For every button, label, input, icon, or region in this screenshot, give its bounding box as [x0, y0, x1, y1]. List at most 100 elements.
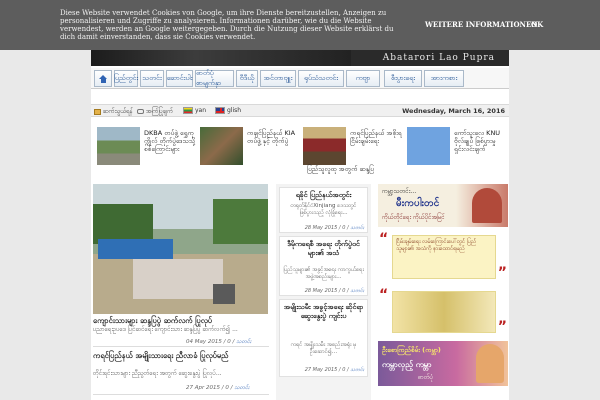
site-title: Abatarori Lao Pupra	[382, 53, 495, 63]
nav-tab[interactable]: ဆောင်းပါး	[166, 70, 193, 87]
post-date: 27 Apr 2015	[186, 385, 221, 391]
cookie-consent-bar: Diese Website verwendet Cookies von Goog…	[0, 0, 600, 50]
mid-post-excerpt: ပြည်သူများ၏ အခွင့်အရေး ကာကွယ်ရေး အဖွဲ့အစ…	[283, 267, 364, 280]
featured-strip: DKBA တပ်ဖွဲ့ ရွှေကုက္ကိုလ် တိုက်ပွဲဒေသသိ…	[91, 121, 509, 179]
contact-link[interactable]: ဆက်သွယ်ရန်	[94, 107, 133, 116]
mid-post-date: 28 May 2015	[304, 225, 338, 231]
myanmar-flag-icon	[183, 107, 193, 114]
mid-post-card[interactable]: အမျိုးသမီး အခွင့်အရေး ဆိုင်ရာ ဆွေးနွေးပွ…	[279, 299, 368, 377]
mid-post-date: 27 May 2015	[304, 367, 338, 373]
site-banner: Abatarori Lao Pupra	[91, 50, 509, 66]
photo-banner-main: ကမ္ဘာလှည့် ကမ္ဘာ	[382, 360, 432, 369]
mid-post-comments[interactable]: 0	[342, 288, 345, 294]
cookie-ok-button[interactable]: OK	[531, 20, 543, 29]
featured-item[interactable]: ကချင်ပြည်နယ် KIA တပ်ဖွဲ့ နှင့် တိုက်ပွဲ	[200, 125, 300, 175]
featured-thumb	[97, 127, 140, 165]
quote-text: ငြိမ်းချမ်းရေး လမ်းကြောင်းပေါ်တွင် ပြည်သ…	[392, 235, 496, 279]
page-container: Abatarori Lao Pupra ပြည်တွင်း သတင်း ဆောင…	[91, 0, 509, 400]
chat-icon	[137, 109, 144, 114]
mid-post-title: ရခိုင် ပြည်နယ်အတွင်း	[295, 191, 352, 199]
open-quote-icon: “	[379, 287, 389, 303]
featured-title: ကရင်ပြည်နယ် အစိုးရ ငြိမ်းချမ်းရေး	[350, 129, 402, 145]
post-excerpt: တိုင်းရင်းသားများ ညီညွတ်ရေး အတွက် ဆွေးနွ…	[93, 370, 222, 377]
featured-item[interactable]: ကော်သူးလေ KNU ဗိုလ်ချုပ် ဖြစ်ပွားမှု ရှင…	[407, 125, 507, 175]
nav-tab[interactable]: ရုပ်သံသတင်း	[298, 70, 344, 87]
post-excerpt: ပညာရေးဥပဒေ ပြင်ဆင်ရေး ကျောင်းသား ဆန္ဒပြပ…	[93, 326, 238, 333]
protest-photo	[93, 184, 268, 314]
post-title[interactable]: ကျောင်းသားများ ဆန္ဒပြပွဲ ဆက်လက် ပြုလုပ်	[93, 316, 269, 325]
post-category[interactable]: သတင်း	[236, 339, 251, 345]
lang-myanmar-label: yan	[195, 107, 207, 114]
post-comments[interactable]: 0	[225, 385, 229, 391]
mid-post-excerpt: ကရင် အမျိုးသမီး အစည်းအရုံး မှ ဦးဆောင်၍..…	[290, 342, 357, 355]
contact-label: ဆက်သွယ်ရန်	[103, 108, 133, 115]
columnist-banner[interactable]: ကမ္ဘာ့သတင်း… မီးကပါးတင် ကိုယ်တိုင်ရေး ကိ…	[378, 184, 508, 227]
mid-post-meta: 27 May 2015 / 0 / သတင်း	[304, 367, 364, 373]
more-info-link[interactable]: WEITERE INFORMATIONEN	[425, 20, 538, 29]
featured-item[interactable]: DKBA တပ်ဖွဲ့ ရွှေကုက္ကိုလ် တိုက်ပွဲဒေသသိ…	[97, 125, 197, 175]
feedback-link[interactable]: အကြံပြုချက်	[137, 107, 173, 116]
current-date: Wednesday, March 16, 2016	[402, 107, 505, 115]
mid-post-category[interactable]: သတင်း	[350, 288, 364, 294]
nav-tab[interactable]: အင်တာဗျူး	[260, 70, 296, 87]
nav-tab[interactable]: သတင်း	[140, 70, 164, 87]
mid-post-title: အမျိုးသမီး အခွင့်အရေး ဆိုင်ရာ ဆွေးနွေးပွ…	[283, 303, 364, 320]
close-quote-icon: ”	[497, 319, 507, 335]
columnist-banner-main: မီးကပါးတင်	[396, 198, 440, 209]
featured-title: DKBA တပ်ဖွဲ့ ရွှေကုက္ကိုလ် တိုက်ပွဲဒေသသိ…	[144, 129, 196, 153]
main-post-image[interactable]	[93, 184, 268, 314]
post-category[interactable]: သတင်း	[234, 385, 249, 391]
quote-box: “ ငြိမ်းချမ်းရေး လမ်းကြောင်းပေါ်တွင် ပြည…	[378, 231, 508, 283]
mid-post-meta: 28 May 2015 / 0 / သတင်း	[304, 225, 364, 231]
feedback-label: အကြံပြုချက်	[146, 108, 174, 115]
featured-thumb	[200, 127, 243, 165]
mid-post-date: 28 May 2015	[304, 288, 338, 294]
nav-tab[interactable]: စီးပွားရေး	[384, 70, 422, 87]
mid-post-comments[interactable]: 0	[342, 367, 345, 373]
home-icon	[98, 74, 108, 83]
nav-tab[interactable]: အားကစား	[424, 70, 464, 87]
lang-myanmar-link[interactable]: yan	[183, 107, 206, 114]
mid-post-meta: 28 May 2015 / 0 / သတင်း	[304, 288, 364, 294]
featured-thumb	[407, 127, 450, 165]
utility-bar: ဆက်သွယ်ရန် အကြံပြုချက် yan glish Wednesd…	[91, 104, 509, 117]
featured-title: ကချင်ပြည်နယ် KIA တပ်ဖွဲ့ နှင့် တိုက်ပွဲ	[247, 129, 296, 145]
mid-post-title: ဒီမိုကရေစီ အရေး တိုက်ပွဲဝင်များ၏ အသံ	[287, 240, 360, 257]
cookie-message: Diese Website verwendet Cookies von Goog…	[60, 9, 394, 41]
photo-banner-top: ဦးစောကြည်စိမ်း (ကမ္ဘာ)	[382, 346, 441, 354]
quote-photo	[392, 291, 496, 333]
mid-post-card[interactable]: ဒီမိုကရေစီ အရေး တိုက်ပွဲဝင်များ၏ အသံ ပြည…	[279, 236, 368, 296]
nav-tab[interactable]: ဓာတ်ပုံစာမျက်နှာ	[195, 69, 234, 87]
lang-english-link[interactable]: glish	[215, 107, 241, 114]
photo-banner-sub: ဓာတ်ပုံ	[418, 374, 434, 381]
nav-tab[interactable]: ဗီဒီယို	[236, 70, 258, 87]
post-title[interactable]: ကရင်ပြည်နယ် အမျိုးသားရေး ညီလာခံ ပြုလုပ်မ…	[93, 351, 269, 360]
mid-post-card[interactable]: ရခိုင် ပြည်နယ်အတွင်း တရုတ်နိုင်ငံXinjian…	[279, 187, 368, 233]
featured-extra-title[interactable]: ပြည်သူလူထု အတွက် ဆန္ဒပြ	[307, 165, 374, 175]
banner-photo-strip	[91, 50, 351, 66]
featured-thumb	[303, 127, 346, 165]
post-date: 04 May 2015	[186, 339, 222, 345]
photo-banner-portrait	[476, 344, 504, 383]
mid-post-category[interactable]: သတင်း	[350, 225, 364, 231]
columnist-banner-sub: ကိုယ်တိုင်ရေး ကိုယ်ပိုင်အမြင်	[382, 214, 445, 221]
nav-tab[interactable]: ပြည်တွင်း	[114, 70, 138, 87]
middle-column: ရခိုင် ပြည်နယ်အတွင်း တရုတ်နိုင်ငံXinjian…	[276, 184, 371, 400]
nav-home-button[interactable]	[94, 70, 112, 87]
nav-tab[interactable]: ကဗျာ	[346, 70, 380, 87]
lang-english-label: glish	[227, 107, 242, 114]
folder-icon	[94, 108, 101, 115]
photo-column-banner[interactable]: ဦးစောကြည်စိမ်း (ကမ္ဘာ) ကမ္ဘာလှည့် ကမ္ဘာ …	[378, 341, 508, 386]
open-quote-icon: “	[379, 231, 389, 247]
mid-post-excerpt: တရုတ်နိုင်ငံXinjiang ဒေသတွင် ဖြစ်ပွားသည့…	[290, 203, 357, 216]
columnist-banner-top: ကမ္ဘာ့သတင်း…	[382, 188, 417, 195]
uk-flag-icon	[215, 107, 225, 114]
divider	[93, 346, 269, 347]
mid-post-category[interactable]: သတင်း	[350, 367, 364, 373]
post-comments[interactable]: 0	[227, 339, 231, 345]
main-nav: ပြည်တွင်း သတင်း ဆောင်းပါး ဓာတ်ပုံစာမျက်န…	[91, 68, 509, 89]
featured-title: ကော်သူးလေ KNU ဗိုလ်ချုပ် ဖြစ်ပွားမှု ရှင…	[454, 129, 501, 153]
mid-post-comments[interactable]: 0	[342, 225, 345, 231]
divider	[93, 394, 269, 395]
photo-quote-box[interactable]: “ ”	[378, 287, 508, 337]
